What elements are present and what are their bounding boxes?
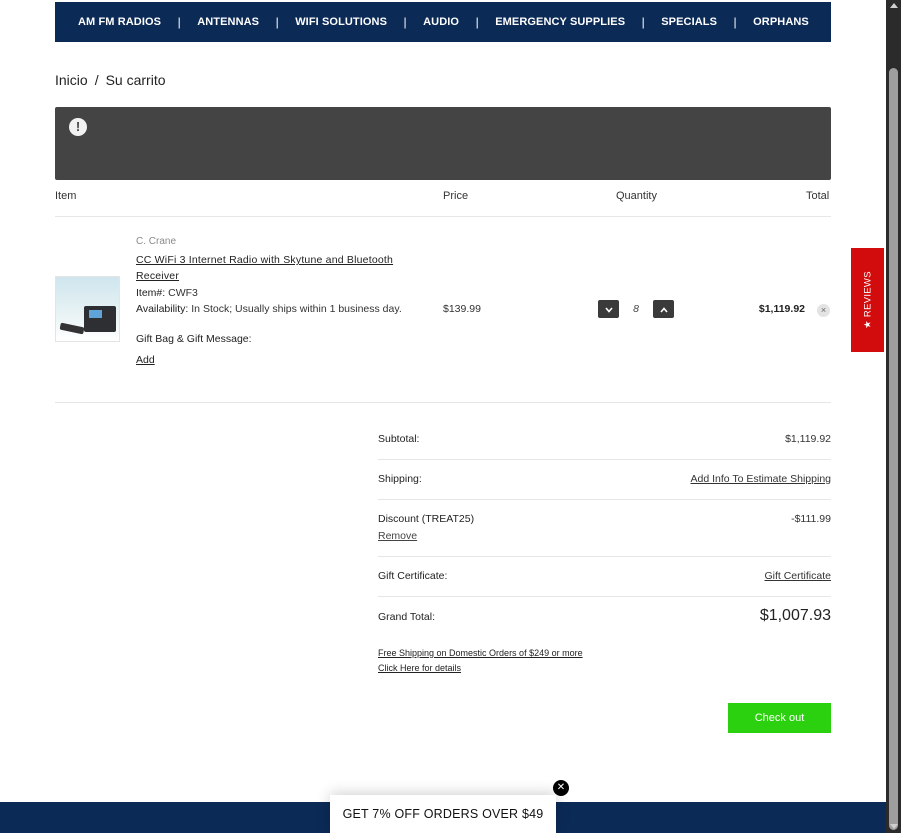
remote-shape: [59, 322, 85, 335]
availability-label: Availability:: [136, 303, 189, 315]
nav-item-antennas[interactable]: ANTENNAS: [197, 16, 259, 28]
estimate-shipping-link[interactable]: Add Info To Estimate Shipping: [691, 473, 831, 485]
product-sku: Item#: CWF3: [136, 287, 198, 299]
gift-certificate-label: Gift Certificate:: [378, 570, 448, 582]
nav-separator: |: [641, 15, 645, 29]
chevron-down-icon: [604, 307, 613, 313]
quantity-increase-button[interactable]: [653, 300, 674, 318]
scrollbar-thumb[interactable]: [889, 68, 898, 830]
discount-remove-link[interactable]: Remove: [378, 530, 417, 542]
chevron-up-icon: [659, 306, 668, 313]
product-name-link[interactable]: CC WiFi 3 Internet Radio with Skytune an…: [136, 252, 426, 284]
column-header-item: Item: [55, 190, 77, 202]
nav-separator: |: [733, 15, 737, 29]
page: AM FM RADIOS | ANTENNAS | WIFI SOLUTIONS…: [0, 0, 886, 833]
close-icon[interactable]: ✕: [553, 780, 569, 796]
divider: [55, 216, 831, 217]
breadcrumb-current: Su carrito: [105, 72, 166, 88]
divider: [378, 459, 831, 460]
exclamation-circle-icon: !: [69, 118, 87, 136]
promo-banner[interactable]: GET 7% OFF ORDERS OVER $49: [330, 795, 556, 833]
gift-message-label: Gift Bag & Gift Message:: [136, 333, 252, 345]
main-nav: AM FM RADIOS | ANTENNAS | WIFI SOLUTIONS…: [55, 2, 831, 42]
sku-value: CWF3: [168, 287, 198, 299]
free-shipping-details-link[interactable]: Click Here for details: [378, 661, 583, 676]
nav-item-wifi-solutions[interactable]: WIFI SOLUTIONS: [295, 16, 387, 28]
scroll-up-icon[interactable]: [890, 3, 898, 8]
breadcrumb-separator: /: [94, 72, 99, 88]
discount-value: -$111.99: [791, 513, 831, 525]
quantity-decrease-button[interactable]: [598, 300, 619, 318]
nav-separator: |: [177, 15, 181, 29]
divider: [55, 402, 831, 403]
nav-item-emergency-supplies[interactable]: EMERGENCY SUPPLIES: [495, 16, 625, 28]
availability-value: In Stock; Usually ships within 1 busines…: [191, 303, 402, 315]
column-header-price: Price: [443, 190, 469, 202]
shipping-label: Shipping:: [378, 473, 422, 485]
column-header-total: Total: [806, 190, 830, 202]
scroll-down-icon[interactable]: [890, 824, 898, 829]
quantity-input[interactable]: 8: [628, 303, 644, 315]
nav-item-am-fm-radios[interactable]: AM FM RADIOS: [78, 16, 161, 28]
checkout-button[interactable]: Check out: [728, 703, 831, 733]
breadcrumb-home[interactable]: Inicio: [55, 72, 88, 88]
free-shipping-notice[interactable]: Free Shipping on Domestic Orders of $249…: [378, 646, 583, 676]
reviews-tab[interactable]: ★ REVIEWS: [851, 248, 884, 352]
discount-label: Discount (TREAT25): [378, 513, 475, 525]
nav-item-audio[interactable]: AUDIO: [423, 16, 459, 28]
divider: [378, 556, 831, 557]
column-header-quantity: Quantity: [616, 190, 657, 202]
item-total: $1,119.92: [758, 303, 805, 315]
product-availability: Availability: In Stock; Usually ships wi…: [136, 303, 402, 315]
nav-separator: |: [275, 15, 279, 29]
gift-certificate-link[interactable]: Gift Certificate: [764, 570, 831, 582]
reviews-tab-label: ★ REVIEWS: [862, 271, 873, 329]
alert-box: !: [55, 107, 831, 180]
breadcrumb: Inicio / Su carrito: [55, 72, 166, 88]
radio-screen-shape: [89, 310, 102, 318]
divider: [378, 596, 831, 597]
grand-total-label: Grand Total:: [378, 611, 436, 623]
product-image[interactable]: [55, 276, 120, 342]
vertical-scrollbar[interactable]: [886, 0, 901, 833]
divider: [378, 499, 831, 500]
sku-label: Item#:: [136, 287, 166, 299]
product-brand: C. Crane: [136, 236, 177, 247]
subtotal-label: Subtotal:: [378, 433, 420, 445]
nav-separator: |: [403, 15, 407, 29]
gift-message-add-link[interactable]: Add: [136, 354, 155, 366]
item-price: $139.99: [443, 303, 481, 315]
nav-item-orphans[interactable]: ORPHANS: [753, 16, 809, 28]
grand-total-value: $1,007.93: [759, 607, 831, 624]
subtotal-value: $1,119.92: [785, 433, 831, 445]
remove-item-icon[interactable]: ×: [817, 304, 830, 317]
nav-item-specials[interactable]: SPECIALS: [661, 16, 717, 28]
nav-separator: |: [475, 15, 479, 29]
free-shipping-line[interactable]: Free Shipping on Domestic Orders of $249…: [378, 646, 583, 661]
